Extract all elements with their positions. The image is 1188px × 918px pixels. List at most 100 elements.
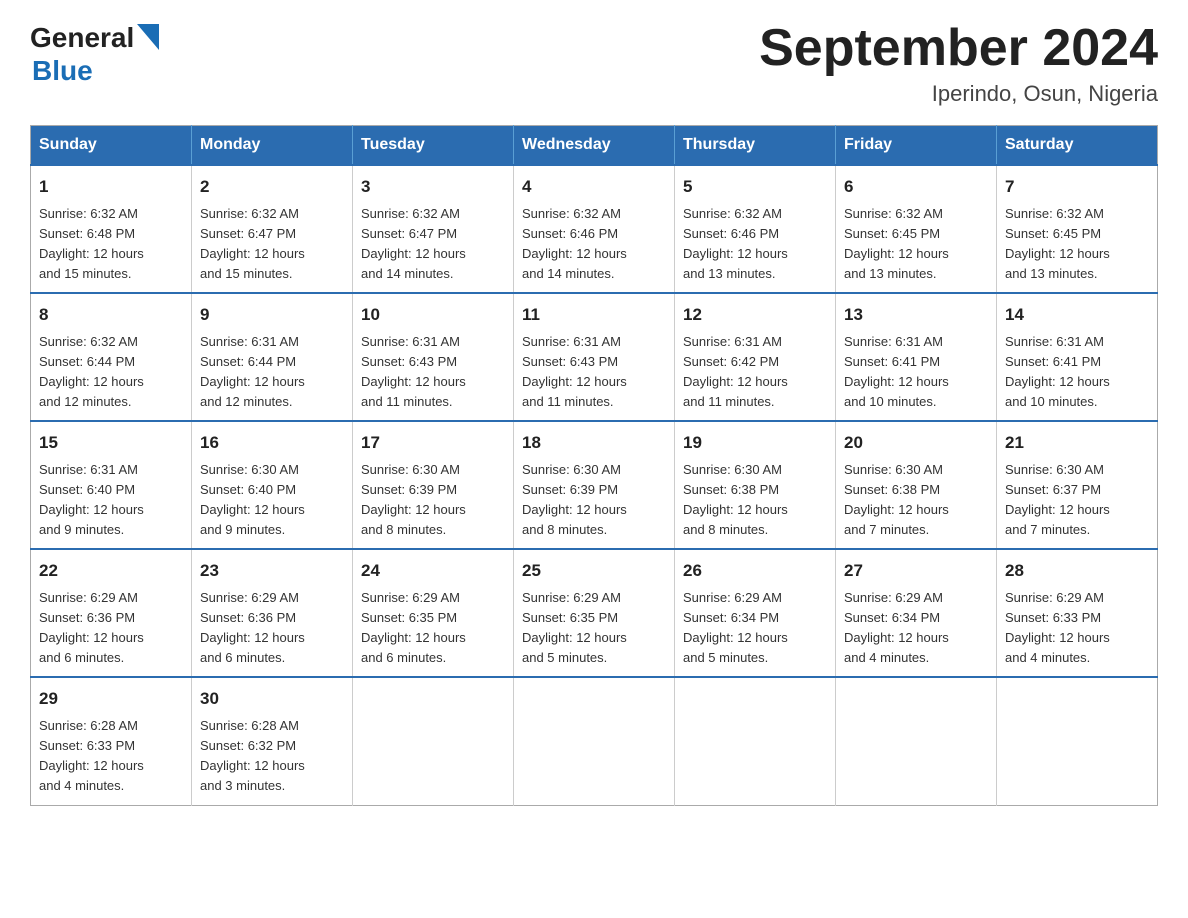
table-row	[675, 677, 836, 805]
table-row: 9 Sunrise: 6:31 AMSunset: 6:44 PMDayligh…	[192, 293, 353, 421]
day-detail: Sunrise: 6:31 AMSunset: 6:41 PMDaylight:…	[1005, 334, 1110, 409]
col-friday: Friday	[836, 126, 997, 166]
day-number: 15	[39, 430, 183, 456]
day-number: 6	[844, 174, 988, 200]
table-row: 27 Sunrise: 6:29 AMSunset: 6:34 PMDaylig…	[836, 549, 997, 677]
calendar-week-row: 22 Sunrise: 6:29 AMSunset: 6:36 PMDaylig…	[31, 549, 1158, 677]
col-saturday: Saturday	[997, 126, 1158, 166]
day-detail: Sunrise: 6:32 AMSunset: 6:44 PMDaylight:…	[39, 334, 144, 409]
page-header: General Blue September 2024 Iperindo, Os…	[30, 20, 1158, 107]
table-row: 26 Sunrise: 6:29 AMSunset: 6:34 PMDaylig…	[675, 549, 836, 677]
day-number: 25	[522, 558, 666, 584]
table-row: 15 Sunrise: 6:31 AMSunset: 6:40 PMDaylig…	[31, 421, 192, 549]
day-detail: Sunrise: 6:29 AMSunset: 6:34 PMDaylight:…	[844, 590, 949, 665]
day-number: 26	[683, 558, 827, 584]
day-number: 10	[361, 302, 505, 328]
calendar-table: Sunday Monday Tuesday Wednesday Thursday…	[30, 125, 1158, 805]
table-row: 17 Sunrise: 6:30 AMSunset: 6:39 PMDaylig…	[353, 421, 514, 549]
table-row: 20 Sunrise: 6:30 AMSunset: 6:38 PMDaylig…	[836, 421, 997, 549]
calendar-header-row: Sunday Monday Tuesday Wednesday Thursday…	[31, 126, 1158, 166]
table-row: 6 Sunrise: 6:32 AMSunset: 6:45 PMDayligh…	[836, 165, 997, 293]
day-detail: Sunrise: 6:30 AMSunset: 6:40 PMDaylight:…	[200, 462, 305, 537]
day-detail: Sunrise: 6:28 AMSunset: 6:32 PMDaylight:…	[200, 718, 305, 793]
table-row: 25 Sunrise: 6:29 AMSunset: 6:35 PMDaylig…	[514, 549, 675, 677]
col-sunday: Sunday	[31, 126, 192, 166]
day-number: 21	[1005, 430, 1149, 456]
day-detail: Sunrise: 6:31 AMSunset: 6:41 PMDaylight:…	[844, 334, 949, 409]
day-detail: Sunrise: 6:29 AMSunset: 6:35 PMDaylight:…	[361, 590, 466, 665]
day-detail: Sunrise: 6:29 AMSunset: 6:36 PMDaylight:…	[39, 590, 144, 665]
day-detail: Sunrise: 6:29 AMSunset: 6:36 PMDaylight:…	[200, 590, 305, 665]
day-detail: Sunrise: 6:29 AMSunset: 6:33 PMDaylight:…	[1005, 590, 1110, 665]
day-detail: Sunrise: 6:29 AMSunset: 6:35 PMDaylight:…	[522, 590, 627, 665]
table-row: 18 Sunrise: 6:30 AMSunset: 6:39 PMDaylig…	[514, 421, 675, 549]
day-detail: Sunrise: 6:31 AMSunset: 6:42 PMDaylight:…	[683, 334, 788, 409]
table-row: 10 Sunrise: 6:31 AMSunset: 6:43 PMDaylig…	[353, 293, 514, 421]
day-detail: Sunrise: 6:31 AMSunset: 6:40 PMDaylight:…	[39, 462, 144, 537]
calendar-week-row: 1 Sunrise: 6:32 AMSunset: 6:48 PMDayligh…	[31, 165, 1158, 293]
table-row	[836, 677, 997, 805]
day-number: 4	[522, 174, 666, 200]
day-number: 30	[200, 686, 344, 712]
table-row	[353, 677, 514, 805]
logo-triangle-icon	[137, 24, 159, 50]
day-number: 9	[200, 302, 344, 328]
day-detail: Sunrise: 6:31 AMSunset: 6:44 PMDaylight:…	[200, 334, 305, 409]
logo: General Blue	[30, 20, 159, 87]
day-number: 29	[39, 686, 183, 712]
table-row: 16 Sunrise: 6:30 AMSunset: 6:40 PMDaylig…	[192, 421, 353, 549]
day-number: 18	[522, 430, 666, 456]
day-detail: Sunrise: 6:30 AMSunset: 6:39 PMDaylight:…	[522, 462, 627, 537]
day-detail: Sunrise: 6:31 AMSunset: 6:43 PMDaylight:…	[361, 334, 466, 409]
logo-general-text: General	[30, 22, 134, 54]
day-number: 27	[844, 558, 988, 584]
day-detail: Sunrise: 6:31 AMSunset: 6:43 PMDaylight:…	[522, 334, 627, 409]
table-row	[997, 677, 1158, 805]
day-number: 11	[522, 302, 666, 328]
table-row: 2 Sunrise: 6:32 AMSunset: 6:47 PMDayligh…	[192, 165, 353, 293]
table-row: 11 Sunrise: 6:31 AMSunset: 6:43 PMDaylig…	[514, 293, 675, 421]
day-detail: Sunrise: 6:32 AMSunset: 6:47 PMDaylight:…	[361, 206, 466, 281]
table-row: 22 Sunrise: 6:29 AMSunset: 6:36 PMDaylig…	[31, 549, 192, 677]
col-tuesday: Tuesday	[353, 126, 514, 166]
table-row: 13 Sunrise: 6:31 AMSunset: 6:41 PMDaylig…	[836, 293, 997, 421]
day-detail: Sunrise: 6:30 AMSunset: 6:38 PMDaylight:…	[683, 462, 788, 537]
table-row: 24 Sunrise: 6:29 AMSunset: 6:35 PMDaylig…	[353, 549, 514, 677]
day-number: 8	[39, 302, 183, 328]
day-detail: Sunrise: 6:32 AMSunset: 6:46 PMDaylight:…	[683, 206, 788, 281]
col-wednesday: Wednesday	[514, 126, 675, 166]
table-row: 5 Sunrise: 6:32 AMSunset: 6:46 PMDayligh…	[675, 165, 836, 293]
title-area: September 2024 Iperindo, Osun, Nigeria	[759, 20, 1158, 107]
table-row: 29 Sunrise: 6:28 AMSunset: 6:33 PMDaylig…	[31, 677, 192, 805]
day-number: 14	[1005, 302, 1149, 328]
page-title: September 2024	[759, 20, 1158, 77]
day-number: 2	[200, 174, 344, 200]
day-detail: Sunrise: 6:32 AMSunset: 6:48 PMDaylight:…	[39, 206, 144, 281]
day-number: 23	[200, 558, 344, 584]
day-detail: Sunrise: 6:30 AMSunset: 6:37 PMDaylight:…	[1005, 462, 1110, 537]
table-row: 14 Sunrise: 6:31 AMSunset: 6:41 PMDaylig…	[997, 293, 1158, 421]
day-number: 16	[200, 430, 344, 456]
calendar-week-row: 29 Sunrise: 6:28 AMSunset: 6:33 PMDaylig…	[31, 677, 1158, 805]
day-detail: Sunrise: 6:32 AMSunset: 6:45 PMDaylight:…	[844, 206, 949, 281]
day-number: 13	[844, 302, 988, 328]
day-number: 1	[39, 174, 183, 200]
day-number: 5	[683, 174, 827, 200]
table-row: 30 Sunrise: 6:28 AMSunset: 6:32 PMDaylig…	[192, 677, 353, 805]
day-number: 28	[1005, 558, 1149, 584]
table-row: 4 Sunrise: 6:32 AMSunset: 6:46 PMDayligh…	[514, 165, 675, 293]
day-detail: Sunrise: 6:32 AMSunset: 6:47 PMDaylight:…	[200, 206, 305, 281]
table-row: 21 Sunrise: 6:30 AMSunset: 6:37 PMDaylig…	[997, 421, 1158, 549]
calendar-week-row: 15 Sunrise: 6:31 AMSunset: 6:40 PMDaylig…	[31, 421, 1158, 549]
day-number: 24	[361, 558, 505, 584]
table-row: 12 Sunrise: 6:31 AMSunset: 6:42 PMDaylig…	[675, 293, 836, 421]
day-detail: Sunrise: 6:30 AMSunset: 6:39 PMDaylight:…	[361, 462, 466, 537]
logo-blue-text: Blue	[32, 55, 93, 86]
day-detail: Sunrise: 6:28 AMSunset: 6:33 PMDaylight:…	[39, 718, 144, 793]
table-row: 8 Sunrise: 6:32 AMSunset: 6:44 PMDayligh…	[31, 293, 192, 421]
page-subtitle: Iperindo, Osun, Nigeria	[759, 81, 1158, 107]
day-number: 19	[683, 430, 827, 456]
day-number: 20	[844, 430, 988, 456]
calendar-week-row: 8 Sunrise: 6:32 AMSunset: 6:44 PMDayligh…	[31, 293, 1158, 421]
table-row	[514, 677, 675, 805]
